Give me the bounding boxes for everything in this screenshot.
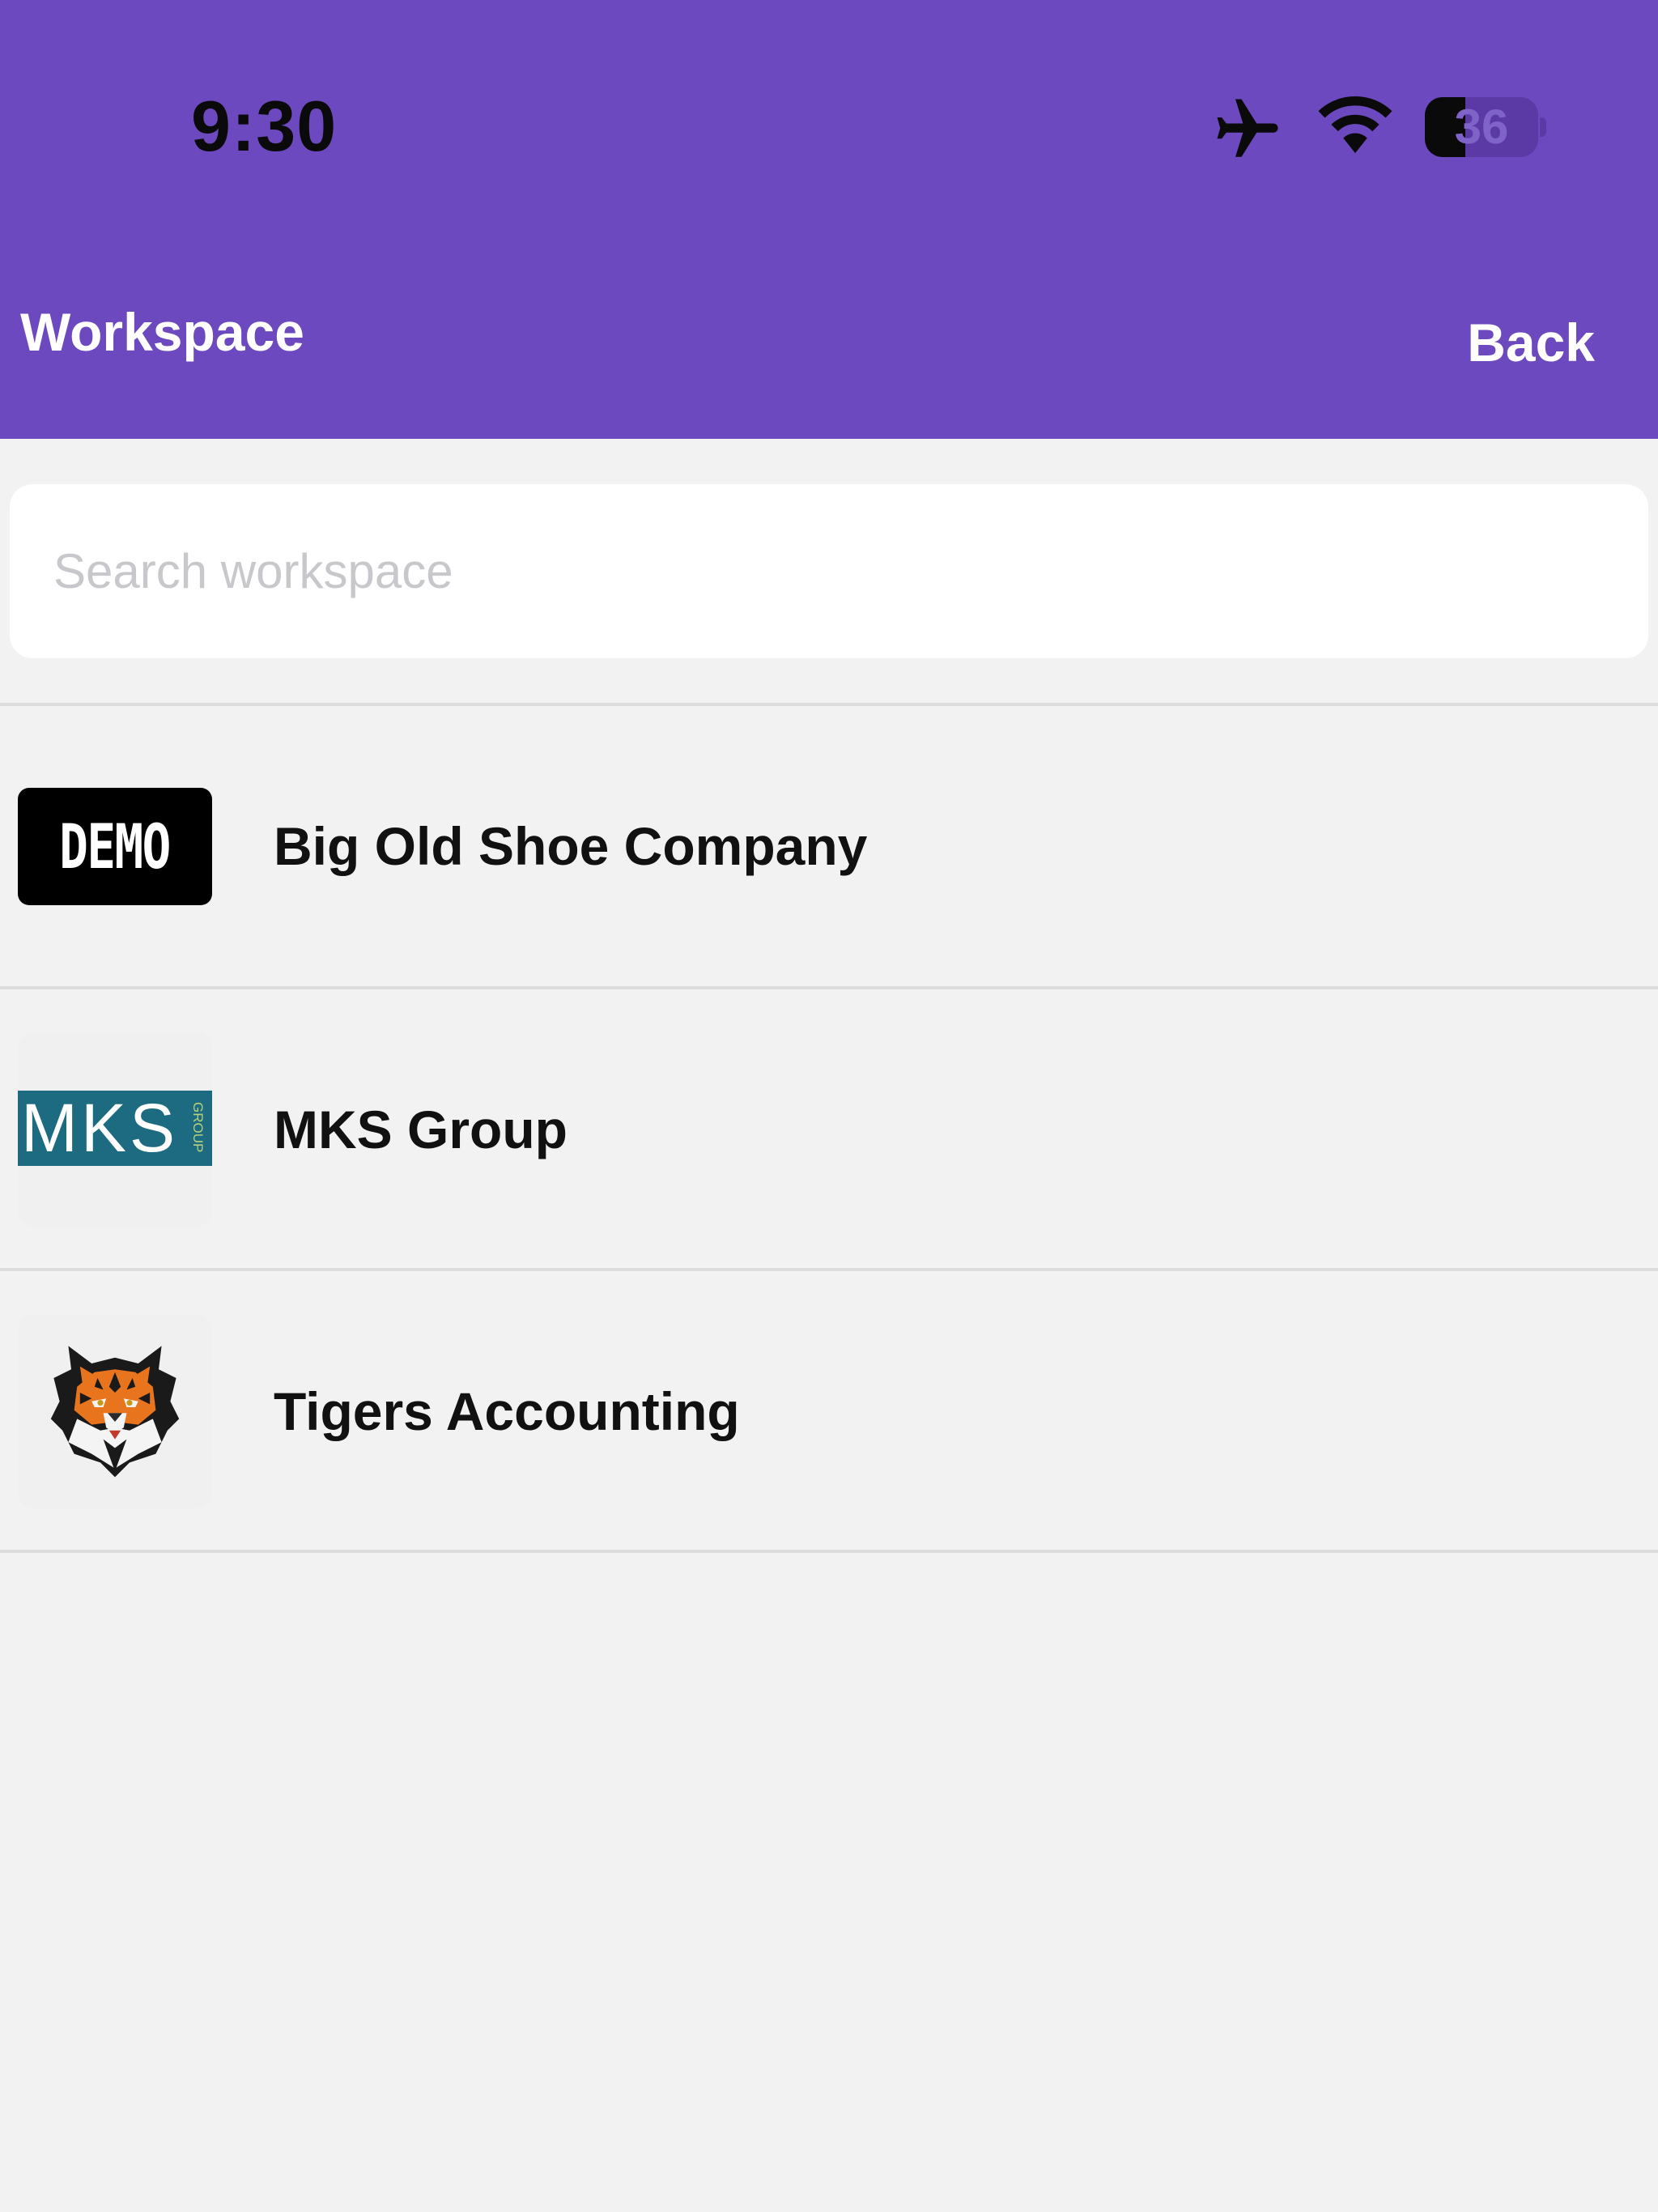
divider bbox=[0, 1550, 1658, 1553]
search-input[interactable] bbox=[53, 484, 1624, 658]
workspace-name: MKS Group bbox=[274, 1100, 568, 1159]
status-time: 9:30 bbox=[191, 86, 338, 166]
tiger-head-icon bbox=[50, 1346, 180, 1478]
app-header: 9:30 36 Workspace Back bbox=[0, 0, 1658, 439]
workspace-name: Big Old Shoe Company bbox=[274, 816, 868, 876]
list-item[interactable]: Tigers Accounting bbox=[0, 1271, 1658, 1551]
airplane-icon bbox=[1217, 99, 1278, 157]
wifi-icon bbox=[1318, 96, 1392, 154]
page-title: Workspace bbox=[20, 302, 304, 362]
search-box[interactable] bbox=[10, 484, 1648, 658]
battery-level: 36 bbox=[1454, 100, 1509, 154]
demo-logo: DEMO bbox=[18, 788, 212, 905]
list-item[interactable]: MKS Group bbox=[0, 989, 1658, 1270]
mks-logo: MKS GROUP bbox=[18, 1091, 212, 1166]
list-item[interactable]: Big Old Shoe Company bbox=[0, 706, 1658, 986]
workspace-name: Tigers Accounting bbox=[274, 1381, 740, 1441]
status-icons: 36 bbox=[1210, 93, 1550, 166]
back-button[interactable]: Back bbox=[1467, 312, 1595, 373]
mks-logo-text: MKS bbox=[21, 1090, 179, 1166]
battery-icon: 36 bbox=[1425, 97, 1546, 157]
mks-logo-subtext: GROUP bbox=[190, 1102, 206, 1153]
demo-logo-text: DEMO bbox=[59, 810, 172, 883]
battery-cap bbox=[1540, 117, 1546, 137]
battery-body: 36 bbox=[1425, 97, 1538, 157]
